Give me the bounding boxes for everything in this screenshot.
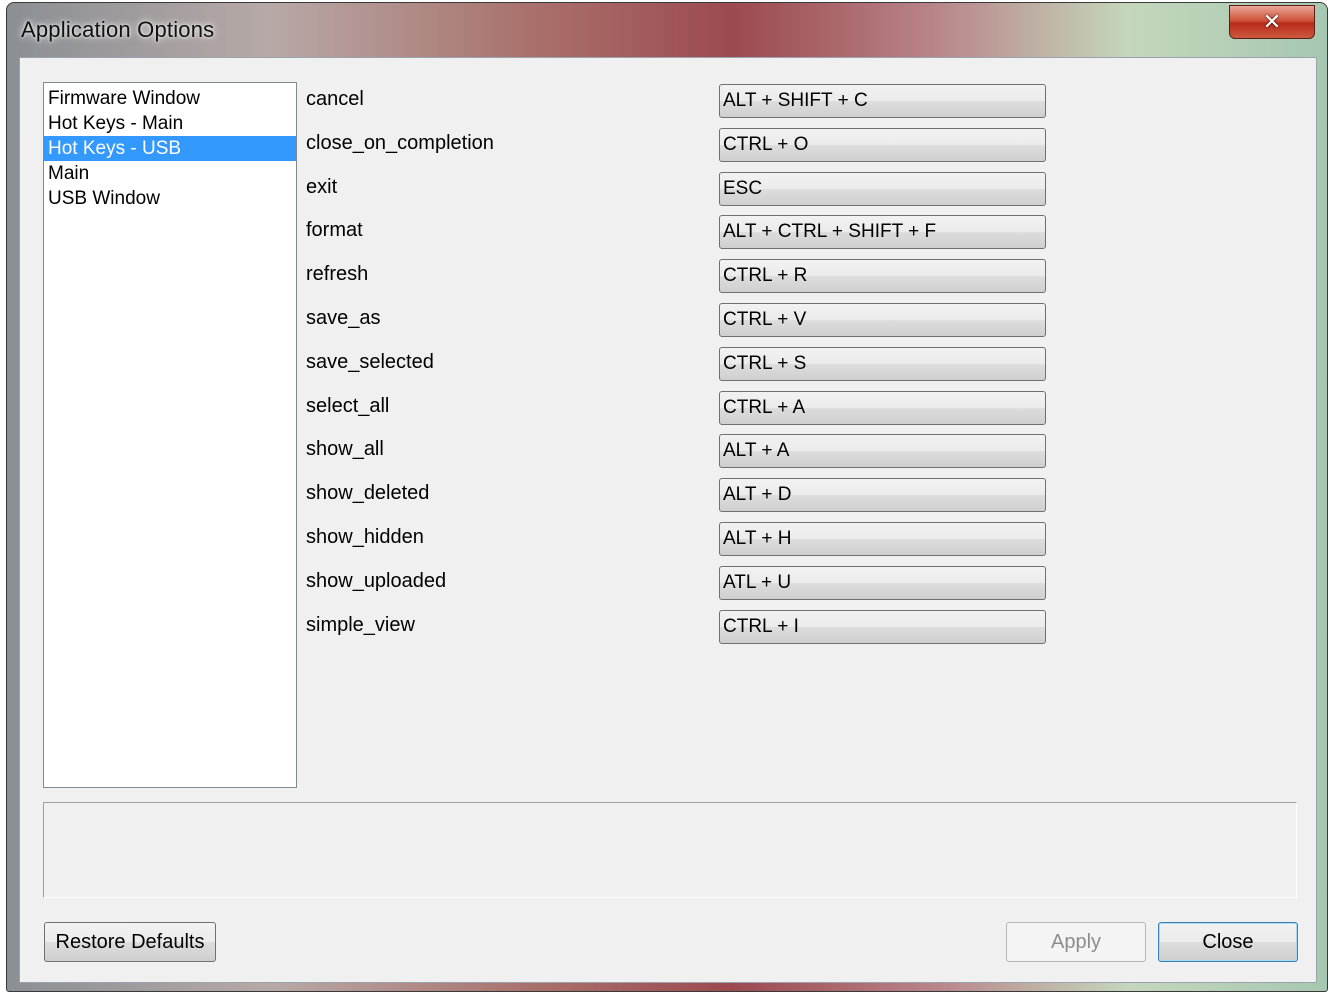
hotkey-shortcut-button[interactable]: CTRL + R <box>719 259 1046 294</box>
hotkey-action-label: simple_view <box>306 613 415 636</box>
status-panel <box>43 802 1297 898</box>
category-item[interactable]: Hot Keys - USB <box>44 136 296 161</box>
hotkey-shortcut-button[interactable]: ESC <box>719 171 1046 206</box>
hotkey-row: refresh CTRL + R <box>306 259 1066 294</box>
hotkey-shortcut-button[interactable]: CTRL + O <box>719 127 1046 162</box>
hotkey-shortcut-button[interactable]: ALT + CTRL + SHIFT + F <box>719 215 1046 250</box>
hotkey-action-label: close_on_completion <box>306 131 494 154</box>
category-item[interactable]: Main <box>44 161 296 186</box>
hotkey-action-label: cancel <box>306 88 364 110</box>
hotkey-action-label: format <box>306 219 363 242</box>
hotkey-shortcut-button[interactable]: CTRL + I <box>719 609 1046 644</box>
hotkey-shortcut-button[interactable]: ALT + SHIFT + C <box>719 84 1046 118</box>
hotkey-action-label: refresh <box>306 263 369 286</box>
hotkey-shortcut-button[interactable]: ATL + U <box>719 565 1046 600</box>
hotkey-action-label: show_uploaded <box>306 569 447 592</box>
hotkey-shortcut-button[interactable]: CTRL + A <box>719 390 1046 425</box>
hotkey-row: show_uploaded ATL + U <box>306 565 1066 600</box>
hotkey-shortcut-button[interactable]: ALT + H <box>719 522 1046 556</box>
hotkey-row: show_deleted ALT + D <box>306 478 1066 513</box>
dialog-client-area: Firmware Window Hot Keys - Main Hot Keys -… <box>19 57 1317 983</box>
window-title: Application Options <box>21 17 215 42</box>
hotkey-row: cancel ALT + SHIFT + C <box>306 84 1066 118</box>
hotkey-row: save_as CTRL + V <box>306 303 1066 337</box>
close-icon: ✕ <box>1262 9 1282 34</box>
hotkey-shortcut-button[interactable]: ALT + D <box>719 478 1046 513</box>
restore-defaults-button[interactable]: Restore Defaults <box>44 922 216 962</box>
window-close-button[interactable]: ✕ <box>1229 5 1315 39</box>
hotkey-action-label: save_selected <box>306 350 434 373</box>
title-bar: Application Options ✕ <box>7 3 1327 57</box>
category-item[interactable]: USB Window <box>44 186 296 211</box>
hotkey-row: save_selected CTRL + S <box>306 346 1066 381</box>
hotkey-row: select_all CTRL + A <box>306 390 1066 425</box>
hotkey-row: show_all ALT + A <box>306 434 1066 469</box>
category-item[interactable]: Hot Keys - Main <box>44 111 296 136</box>
hotkey-action-label: show_deleted <box>306 482 430 505</box>
hotkey-action-label: exit <box>306 175 338 198</box>
hotkey-shortcut-button[interactable]: CTRL + V <box>719 303 1046 337</box>
apply-button[interactable]: Apply <box>1006 922 1146 962</box>
hotkey-row: close_on_completion CTRL + O <box>306 127 1066 162</box>
close-button[interactable]: Close <box>1158 922 1298 962</box>
hotkey-shortcut-button[interactable]: CTRL + S <box>719 346 1046 381</box>
hotkey-action-label: show_all <box>306 438 384 461</box>
category-item[interactable]: Firmware Window <box>44 86 296 111</box>
application-options-dialog: Application Options ✕ Firmware Window Hot… <box>6 2 1328 992</box>
hotkey-row: show_hidden ALT + H <box>306 522 1066 556</box>
hotkey-action-label: show_hidden <box>306 526 424 548</box>
hotkey-row: exit ESC <box>306 171 1066 206</box>
hotkey-row: format ALT + CTRL + SHIFT + F <box>306 215 1066 250</box>
category-list[interactable]: Firmware Window Hot Keys - Main Hot Keys -… <box>43 82 297 788</box>
hotkey-row: simple_view CTRL + I <box>306 609 1066 644</box>
hotkey-action-label: select_all <box>306 394 390 417</box>
hotkey-action-label: save_as <box>306 307 381 329</box>
hotkey-shortcut-button[interactable]: ALT + A <box>719 434 1046 469</box>
